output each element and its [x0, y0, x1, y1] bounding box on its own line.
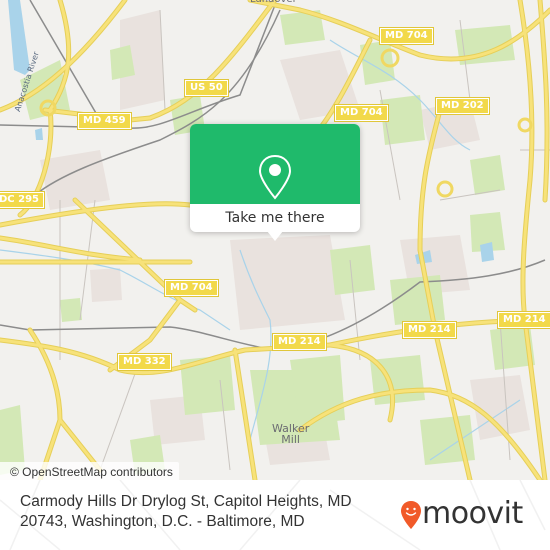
- road-shield-md-704-west: MD 704: [164, 279, 219, 297]
- road-shield-dc-295: DC 295: [0, 191, 45, 209]
- address-line-2: 20743, Washington, D.C. - Baltimore, MD: [20, 513, 305, 530]
- moovit-wordmark: moovit: [422, 496, 523, 531]
- road-shield-md-704-north: MD 704: [379, 27, 434, 45]
- road-shield-md-214-east: MD 214: [497, 311, 550, 329]
- take-me-there-button[interactable]: Take me there: [190, 204, 360, 232]
- road-shield-us-50: US 50: [184, 79, 229, 97]
- road-shield-md-459: MD 459: [77, 112, 132, 130]
- road-shield-md-332: MD 332: [117, 353, 172, 371]
- popup-header: [190, 124, 360, 204]
- footer: Carmody Hills Dr Drylog St, Capitol Heig…: [0, 480, 550, 550]
- moovit-pin-icon: [401, 501, 421, 529]
- location-popup: Take me there: [190, 124, 360, 241]
- road-shield-md-214-center: MD 214: [402, 321, 457, 339]
- road-shield-md-202: MD 202: [435, 97, 490, 115]
- place-label-walker-mill-line2: Mill: [281, 433, 300, 446]
- location-pin-icon: [258, 154, 292, 200]
- road-shield-md-704-mid: MD 704: [334, 104, 389, 122]
- osm-attribution[interactable]: © OpenStreetMap contributors: [0, 462, 179, 480]
- place-label-walker-mill: Walker Mill: [272, 423, 309, 445]
- map[interactable]: MD 704 MD 459 US 50 MD 704 MD 202 DC 295…: [0, 0, 550, 480]
- address: Carmody Hills Dr Drylog St, Capitol Heig…: [20, 492, 380, 532]
- popup-pointer: [267, 231, 283, 241]
- place-label-landover: Landover: [250, 0, 297, 5]
- road-shield-md-214-west: MD 214: [272, 333, 327, 351]
- moovit-logo[interactable]: moovit: [400, 496, 540, 532]
- address-line-1: Carmody Hills Dr Drylog St, Capitol Heig…: [20, 493, 352, 510]
